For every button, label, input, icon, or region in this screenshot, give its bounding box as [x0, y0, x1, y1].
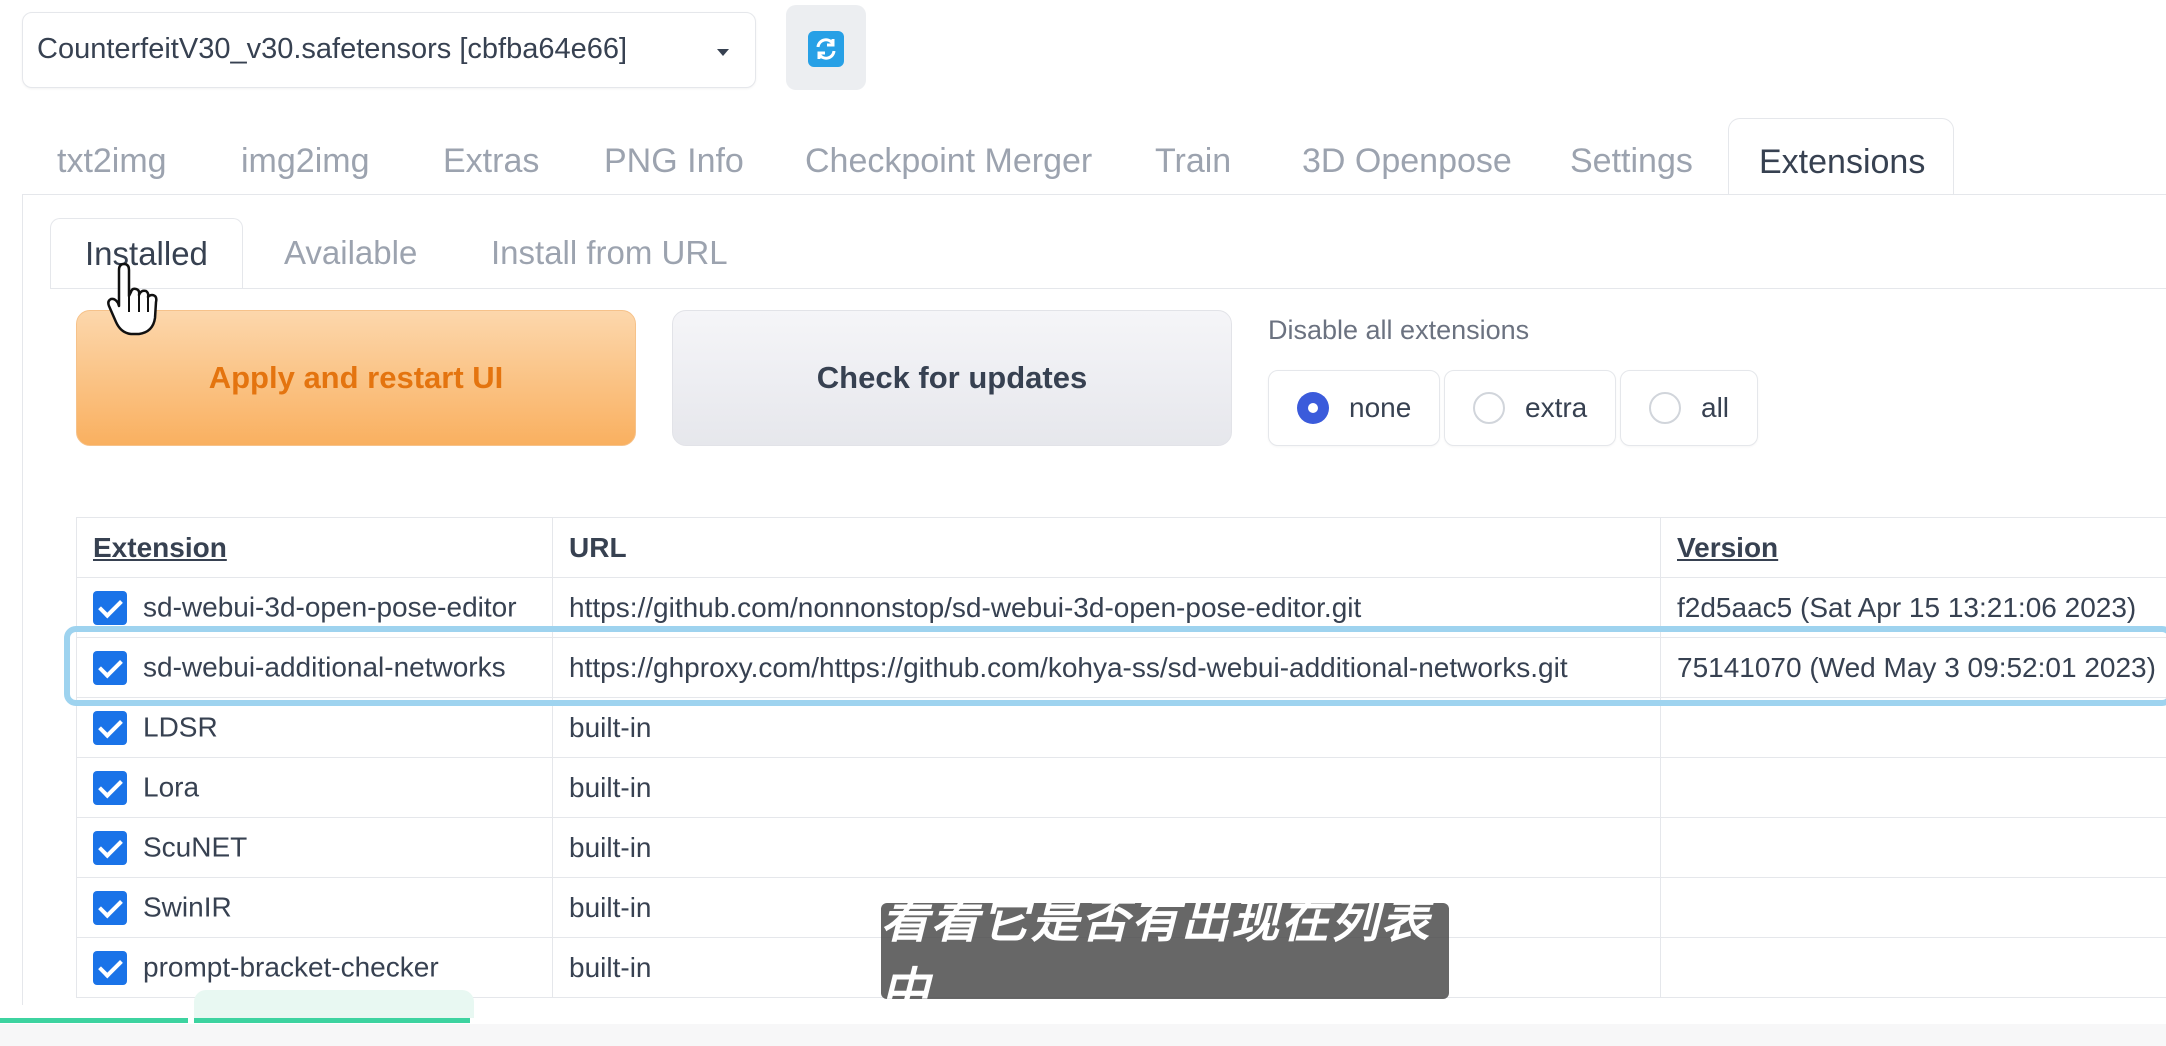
- table-row: LDSR built-in: [76, 697, 2166, 758]
- bottom-strip: [0, 1024, 2166, 1046]
- checkbox[interactable]: [93, 650, 127, 685]
- checkbox[interactable]: [93, 950, 127, 985]
- extension-name: prompt-bracket-checker: [143, 951, 439, 983]
- extension-name: LDSR: [143, 711, 218, 743]
- version-cell: [1660, 817, 2166, 878]
- subtab-divider: [50, 288, 2166, 289]
- version-cell: [1660, 877, 2166, 938]
- extension-name: Lora: [143, 771, 200, 803]
- table-row: Lora built-in: [76, 757, 2166, 818]
- tab-txt2img[interactable]: txt2img: [57, 118, 167, 194]
- refresh-checkpoint-button[interactable]: [786, 5, 866, 90]
- progress-background: [194, 990, 474, 1018]
- refresh-icon: [808, 31, 844, 67]
- radio-all[interactable]: all: [1620, 370, 1758, 446]
- radio-none-label: none: [1349, 392, 1412, 423]
- url-cell: https://github.com/nonnonstop/sd-webui-3…: [552, 577, 1661, 638]
- table-row: sd-webui-3d-open-pose-editor https://git…: [76, 577, 2166, 638]
- url-cell: built-in: [552, 817, 1661, 878]
- checkbox[interactable]: [93, 590, 127, 625]
- version-cell: 75141070 (Wed May 3 09:52:01 2023): [1660, 637, 2166, 698]
- checkpoint-dropdown[interactable]: CounterfeitV30_v30.safetensors [cbfba64e…: [22, 12, 756, 88]
- radio-extra-label: extra: [1525, 392, 1588, 423]
- extension-name: sd-webui-3d-open-pose-editor: [143, 591, 517, 623]
- tab-extras[interactable]: Extras: [443, 118, 539, 194]
- checkbox[interactable]: [93, 710, 127, 745]
- extension-name: ScuNET: [143, 831, 248, 863]
- extension-name: sd-webui-additional-networks: [143, 651, 506, 683]
- version-cell: f2d5aac5 (Sat Apr 15 13:21:06 2023): [1660, 577, 2166, 638]
- checkbox[interactable]: [93, 890, 127, 925]
- progress-bar-segment: [194, 1018, 470, 1023]
- progress-bar-segment: [0, 1018, 188, 1023]
- extension-cell: sd-webui-3d-open-pose-editor: [76, 577, 553, 638]
- radio-unchecked-icon: [1473, 392, 1505, 424]
- column-header-version[interactable]: Version: [1660, 517, 2166, 578]
- tab-extensions[interactable]: Extensions: [1728, 118, 1954, 194]
- extension-cell: SwinIR: [76, 877, 553, 938]
- disable-all-label: Disable all extensions: [1268, 315, 1530, 345]
- version-cell: [1660, 697, 2166, 758]
- extension-cell: prompt-bracket-checker: [76, 937, 553, 998]
- tab-train[interactable]: Train: [1155, 118, 1231, 194]
- column-header-url: URL: [552, 517, 1661, 578]
- checkbox[interactable]: [93, 830, 127, 865]
- url-cell: https://ghproxy.com/https://github.com/k…: [552, 637, 1661, 698]
- tab-img2img[interactable]: img2img: [241, 118, 369, 194]
- radio-extra[interactable]: extra: [1444, 370, 1616, 446]
- version-cell: [1660, 937, 2166, 998]
- url-cell: built-in: [552, 697, 1661, 758]
- extension-cell: Lora: [76, 757, 553, 818]
- radio-all-label: all: [1701, 392, 1730, 423]
- hand-cursor-icon: [105, 262, 165, 342]
- tab-install-from-url[interactable]: Install from URL: [491, 218, 728, 288]
- tab-3d-openpose[interactable]: 3D Openpose: [1302, 118, 1512, 194]
- url-cell: built-in: [552, 757, 1661, 818]
- chevron-down-icon: [717, 49, 729, 56]
- extension-cell: sd-webui-additional-networks: [76, 637, 553, 698]
- column-header-extension[interactable]: Extension: [76, 517, 553, 578]
- radio-unchecked-icon: [1649, 392, 1681, 424]
- table-row: ScuNET built-in: [76, 817, 2166, 878]
- extension-cell: LDSR: [76, 697, 553, 758]
- tab-png-info[interactable]: PNG Info: [604, 118, 744, 194]
- checkbox[interactable]: [93, 770, 127, 805]
- radio-none[interactable]: none: [1268, 370, 1440, 446]
- check-for-updates-button[interactable]: Check for updates: [672, 310, 1232, 446]
- tab-settings[interactable]: Settings: [1570, 118, 1693, 194]
- tab-checkpoint-merger[interactable]: Checkpoint Merger: [805, 118, 1092, 194]
- table-header-row: Extension URL Version: [76, 517, 2166, 578]
- extension-cell: ScuNET: [76, 817, 553, 878]
- version-cell: [1660, 757, 2166, 818]
- extension-name: SwinIR: [143, 891, 232, 923]
- tab-available[interactable]: Available: [284, 218, 417, 288]
- checkpoint-value: CounterfeitV30_v30.safetensors [cbfba64e…: [37, 33, 628, 65]
- radio-checked-icon: [1297, 392, 1329, 424]
- table-row: sd-webui-additional-networks https://ghp…: [76, 637, 2166, 698]
- video-subtitle: 看看它是否有出现在列表中: [881, 895, 1449, 1018]
